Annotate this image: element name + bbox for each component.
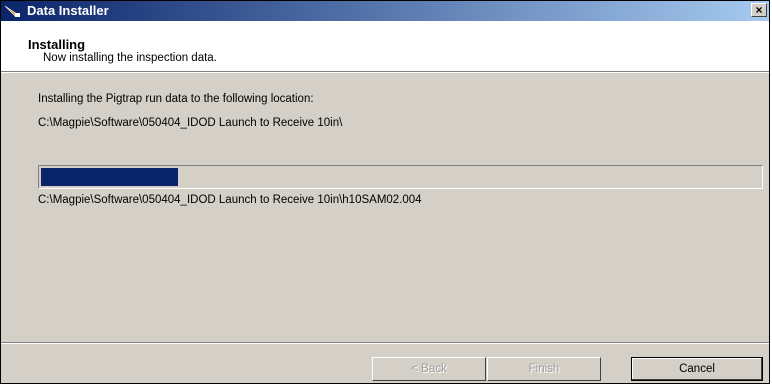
header-title: Installing [28,37,86,52]
title-bar[interactable]: Data Installer × [1,1,769,21]
installer-icon [4,5,20,17]
close-icon: × [755,3,763,17]
close-button[interactable]: × [751,3,767,17]
header-divider [1,72,769,73]
finish-button[interactable]: Finish [487,357,601,381]
intro-text: Installing the Pigtrap run data to the f… [38,93,314,105]
progress-fill [41,168,178,186]
footer-divider [1,342,769,344]
current-file: C:\Magpie\Software\050404_IDOD Launch to… [38,194,422,206]
wizard-header: Installing Now installing the inspection… [1,21,769,72]
window-title: Data Installer [27,3,109,18]
back-button[interactable]: < Back [372,357,486,381]
progress-bar [38,165,763,189]
install-path: C:\Magpie\Software\050404_IDOD Launch to… [38,117,343,129]
header-subtitle: Now installing the inspection data. [43,52,217,64]
cancel-button[interactable]: Cancel [631,357,763,381]
installer-dialog: Data Installer × Installing Now installi… [0,0,770,384]
